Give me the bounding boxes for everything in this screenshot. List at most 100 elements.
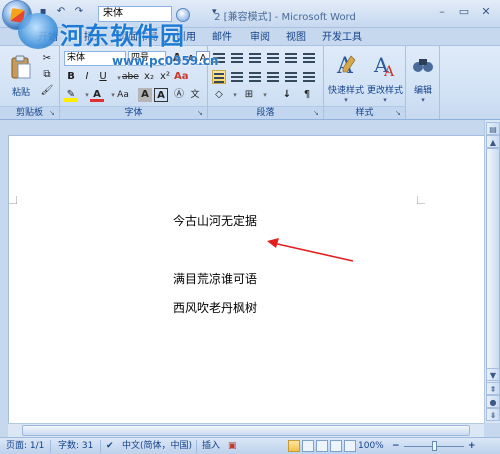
enclose-char-icon[interactable]: Ⓐ	[172, 88, 186, 102]
distributed-icon[interactable]	[284, 70, 298, 84]
editing-label: 编辑	[413, 86, 432, 96]
cut-icon[interactable]: ✂	[40, 52, 54, 66]
document-page[interactable]: 今古山河无定据 满目荒凉谁可语 西风吹老丹枫树	[8, 135, 484, 423]
tab-references[interactable]: 引用	[176, 30, 196, 45]
view-print-layout-icon[interactable]	[288, 440, 300, 452]
previous-page-icon[interactable]: ⇞	[486, 382, 500, 395]
view-draft-icon[interactable]	[344, 440, 356, 452]
change-case-aa-icon[interactable]: Aa	[174, 70, 189, 84]
horizontal-scrollbar[interactable]	[8, 423, 484, 437]
borders-icon[interactable]: ⊞	[242, 88, 256, 102]
align-left-icon[interactable]	[212, 70, 226, 84]
maximize-icon[interactable]: ▭	[454, 4, 474, 20]
view-web-layout-icon[interactable]	[316, 440, 328, 452]
styles-launcher-icon[interactable]: ↘	[395, 109, 403, 117]
font-color-button[interactable]: A	[90, 88, 104, 102]
document-line-1[interactable]: 今古山河无定据	[173, 212, 257, 229]
change-styles-dropdown-icon: ▾	[383, 96, 387, 104]
tab-mailings[interactable]: 邮件	[212, 30, 232, 45]
language-status[interactable]: 中文(简体，中国)	[122, 440, 192, 453]
zoom-level[interactable]: 100%	[358, 440, 384, 453]
bold-button[interactable]: B	[64, 70, 78, 84]
tab-insert[interactable]: 插入	[84, 30, 104, 45]
tab-developer[interactable]: 开发工具	[322, 30, 362, 45]
tab-view[interactable]: 视图	[286, 30, 306, 45]
margin-corner-left-icon	[9, 196, 17, 204]
tab-review[interactable]: 审阅	[250, 30, 270, 45]
borders-dropdown-icon[interactable]: ▾	[258, 88, 272, 102]
bullets-icon[interactable]	[212, 51, 226, 65]
editing-button[interactable]: 编辑 ▾	[408, 52, 438, 104]
paragraph-group-label: 段落	[208, 106, 323, 119]
tab-home[interactable]: 开始	[38, 30, 58, 45]
align-right-icon[interactable]	[248, 70, 262, 84]
grow-font-button[interactable]: A	[170, 51, 184, 65]
proofing-icon[interactable]: ✔	[106, 440, 114, 453]
chinese-layout-icon[interactable]	[302, 51, 316, 65]
quick-styles-button[interactable]: A 快速样式 ▾	[327, 52, 365, 104]
show-marks-icon[interactable]: ¶	[300, 88, 314, 102]
char-shading-button[interactable]: A	[138, 88, 152, 102]
shading-icon[interactable]: ◇	[212, 88, 226, 102]
clipboard-launcher-icon[interactable]: ↘	[49, 109, 57, 117]
ribbon-tabs: 开始 插入 页面布局 引用 邮件 审阅 视图 开发工具	[0, 28, 500, 45]
status-separator	[50, 440, 51, 453]
insert-mode[interactable]: 插入	[202, 440, 220, 453]
status-bar: 页面: 1/1 字数: 31 ✔ 中文(简体，中国) 插入 ▣ 100% − +	[0, 437, 500, 454]
superscript-button[interactable]: x²	[158, 70, 172, 84]
highlight-color-icon[interactable]: ✎	[64, 88, 78, 102]
char-border-button[interactable]: A	[154, 88, 168, 102]
increase-indent-icon[interactable]	[284, 51, 298, 65]
font-launcher-icon[interactable]: ↘	[197, 109, 205, 117]
font-name-combo[interactable]: 宋体	[64, 51, 126, 66]
sort-icon[interactable]: ↓	[280, 88, 294, 102]
ruler-toggle-icon[interactable]: ▤	[486, 122, 500, 135]
justify-icon[interactable]	[266, 70, 280, 84]
zoom-in-button[interactable]: +	[468, 440, 476, 453]
zoom-out-button[interactable]: −	[392, 440, 400, 453]
group-paragraph: ◇ ▾ ⊞ ▾ ↓ ¶ 段落 ↘	[208, 46, 324, 119]
strikethrough-button[interactable]: abe	[122, 70, 139, 84]
multilevel-list-icon[interactable]	[248, 51, 262, 65]
line-spacing-icon[interactable]	[302, 70, 316, 84]
underline-button[interactable]: U	[96, 70, 110, 84]
view-outline-icon[interactable]	[330, 440, 342, 452]
office-button[interactable]	[2, 0, 32, 30]
font-size-combo[interactable]: 四号	[128, 51, 166, 66]
format-painter-icon[interactable]: 🖌	[40, 84, 54, 98]
copy-icon[interactable]: ⧉	[40, 68, 54, 82]
align-center-icon[interactable]	[230, 70, 244, 84]
status-separator	[100, 440, 101, 453]
subscript-button[interactable]: x₂	[142, 70, 156, 84]
italic-button[interactable]: I	[80, 70, 94, 84]
next-page-icon[interactable]: ⇟	[486, 408, 500, 421]
document-line-3[interactable]: 西风吹老丹枫树	[173, 299, 257, 316]
phonetic-guide-button[interactable]: 文	[188, 88, 202, 102]
word-count[interactable]: 字数: 31	[58, 440, 93, 453]
scroll-down-icon[interactable]: ▼	[486, 368, 500, 381]
paragraph-launcher-icon[interactable]: ↘	[313, 109, 321, 117]
shading-dropdown-icon[interactable]: ▾	[228, 88, 242, 102]
zoom-slider-thumb[interactable]	[432, 441, 437, 451]
view-full-screen-icon[interactable]	[302, 440, 314, 452]
horizontal-scroll-thumb[interactable]	[22, 425, 470, 436]
paste-button[interactable]: 粘贴	[6, 54, 36, 98]
minimize-icon[interactable]: –	[432, 4, 452, 20]
close-icon[interactable]: ✕	[476, 4, 496, 20]
vertical-scrollbar[interactable]: ▤ ▲ ▼ ⇞ ● ⇟	[484, 120, 500, 423]
quick-styles-dropdown-icon: ▾	[344, 96, 348, 104]
page-count[interactable]: 页面: 1/1	[6, 440, 44, 453]
browse-object-icon[interactable]: ●	[486, 395, 500, 408]
change-styles-icon: A A	[373, 53, 395, 80]
scroll-up-icon[interactable]: ▲	[486, 135, 500, 148]
numbering-icon[interactable]	[230, 51, 244, 65]
decrease-indent-icon[interactable]	[266, 51, 280, 65]
title-bar: ▪ ↶ ↷ 宋体 ▾ 2 [兼容模式] - Microsoft Word – ▭…	[0, 0, 500, 30]
macro-record-icon[interactable]: ▣	[228, 440, 237, 453]
svg-text:A: A	[383, 64, 395, 78]
change-styles-button[interactable]: A A 更改样式 ▾	[366, 52, 404, 104]
tab-page-layout[interactable]: 页面布局	[118, 30, 158, 45]
document-line-2[interactable]: 满目荒凉谁可语	[173, 270, 257, 287]
change-case-button[interactable]: Aa	[116, 88, 130, 102]
vertical-scroll-thumb[interactable]	[486, 148, 500, 396]
